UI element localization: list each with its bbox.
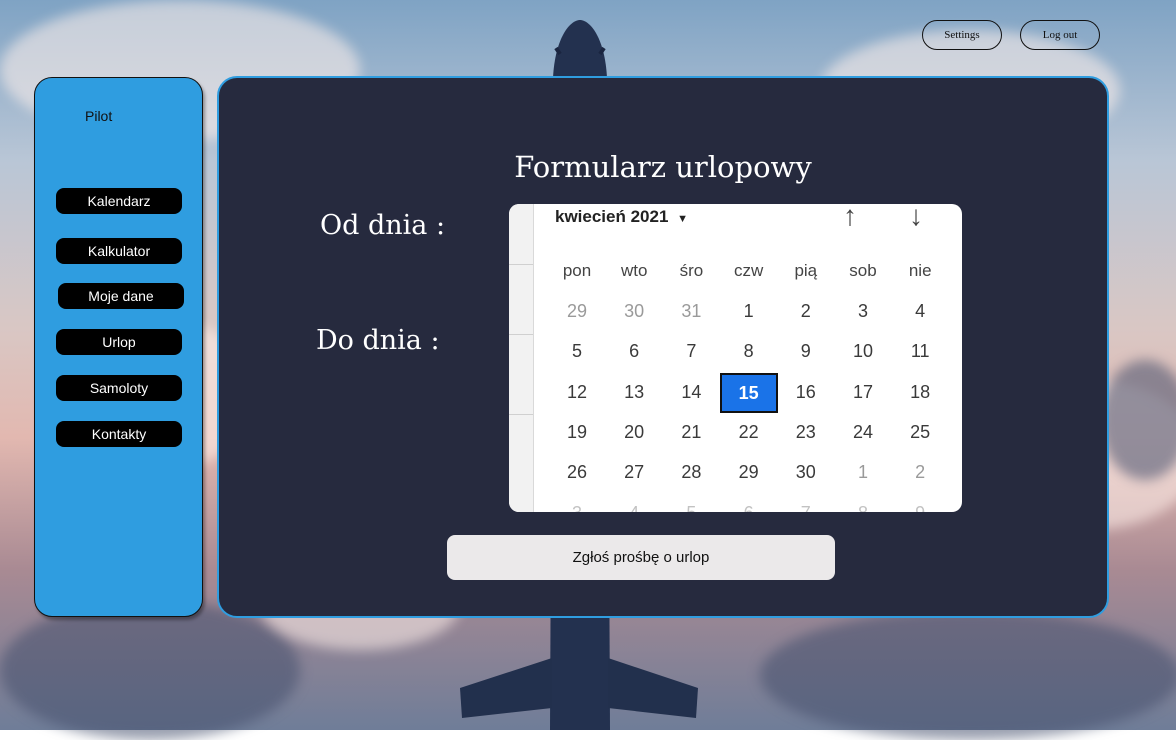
calendar-day[interactable]: 11 [891,341,949,362]
submit-request-button[interactable]: Zgłoś prośbę o urlop [447,535,835,580]
calendar-day[interactable]: 3 [548,503,606,513]
calendar-day[interactable]: 8 [720,341,778,362]
calendar-day[interactable]: 25 [891,422,949,443]
calendar-day[interactable]: 18 [891,382,949,403]
month-selector[interactable]: kwiecień 2021 ▼ [555,207,688,227]
weekday-6: nie [908,261,932,280]
calendar-day[interactable]: 19 [548,422,606,443]
calendar-day-selected[interactable]: 15 [719,372,778,413]
sidebar-item-kalendarz[interactable]: Kalendarz [56,188,182,214]
logout-button[interactable]: Log out [1020,20,1100,50]
previous-month-arrow-icon[interactable]: ↑ [843,204,857,232]
page-title: Formularz urlopowy [514,150,812,184]
calendar-day[interactable]: 1 [720,301,778,322]
calendar-day[interactable]: 5 [548,341,606,362]
calendar-day[interactable]: 30 [777,462,835,483]
calendar-day[interactable]: 5 [662,503,720,513]
calendar-day[interactable]: 2 [891,462,949,483]
calendar-day[interactable]: 22 [720,422,778,443]
calendar-day[interactable]: 4 [605,503,663,513]
next-month-arrow-icon[interactable]: ↓ [909,204,923,232]
calendar-day[interactable]: 6 [720,503,778,513]
sidebar-item-samoloty[interactable]: Samoloty [56,375,182,401]
calendar-day[interactable]: 16 [777,382,835,403]
calendar-day[interactable]: 8 [834,503,892,513]
date-picker-side-strip [509,204,534,512]
calendar-day[interactable]: 17 [834,382,892,403]
calendar-day[interactable]: 27 [605,462,663,483]
calendar-day[interactable]: 21 [662,422,720,443]
calendar-day[interactable]: 10 [834,341,892,362]
calendar-day[interactable]: 9 [891,503,949,513]
calendar-day[interactable]: 3 [834,301,892,322]
calendar-day[interactable]: 9 [777,341,835,362]
to-date-label: Do dnia : [316,325,440,356]
weekday-4: pią [794,261,818,280]
weekday-1: wto [620,261,648,280]
sidebar: Pilot Kalendarz Kalkulator Moje dane Url… [34,77,203,617]
user-role-label: Pilot [85,108,113,124]
calendar-day[interactable]: 31 [662,301,720,322]
calendar-day[interactable]: 29 [720,462,778,483]
sidebar-item-kontakty[interactable]: Kontakty [56,421,182,447]
calendar-day[interactable]: 20 [605,422,663,443]
sidebar-item-kalkulator[interactable]: Kalkulator [56,238,182,264]
calendar-day[interactable]: 6 [605,341,663,362]
calendar-day[interactable]: 13 [605,382,663,403]
calendar-day[interactable]: 23 [777,422,835,443]
calendar-day[interactable]: 4 [891,301,949,322]
from-date-label: Od dnia : [320,210,446,241]
caret-down-icon: ▼ [677,213,689,225]
date-picker[interactable]: kwiecień 2021 ▼ ↑ ↓ pon wto śro czw pią sob ni… [509,204,962,512]
calendar-day[interactable]: 1 [834,462,892,483]
sidebar-item-moje-dane[interactable]: Moje dane [58,283,184,309]
calendar-day[interactable]: 24 [834,422,892,443]
calendar-day[interactable]: 2 [777,301,835,322]
weekday-2: śro [679,261,704,280]
weekday-3: czw [733,261,764,280]
calendar-day[interactable]: 28 [662,462,720,483]
calendar-day[interactable]: 29 [548,301,606,322]
sidebar-item-urlop[interactable]: Urlop [56,329,182,355]
calendar-day[interactable]: 7 [777,503,835,513]
weekday-0: pon [562,261,592,280]
calendar-day[interactable]: 26 [548,462,606,483]
vacation-form-panel: Formularz urlopowy Od dnia : Do dnia : k… [217,76,1109,618]
calendar-day[interactable]: 7 [662,341,720,362]
calendar-day[interactable]: 12 [548,382,606,403]
weekday-5: sob [849,261,877,280]
calendar-day[interactable]: 14 [662,382,720,403]
calendar-day[interactable]: 30 [605,301,663,322]
month-label: kwiecień 2021 [555,207,669,226]
settings-button[interactable]: Settings [922,20,1002,50]
